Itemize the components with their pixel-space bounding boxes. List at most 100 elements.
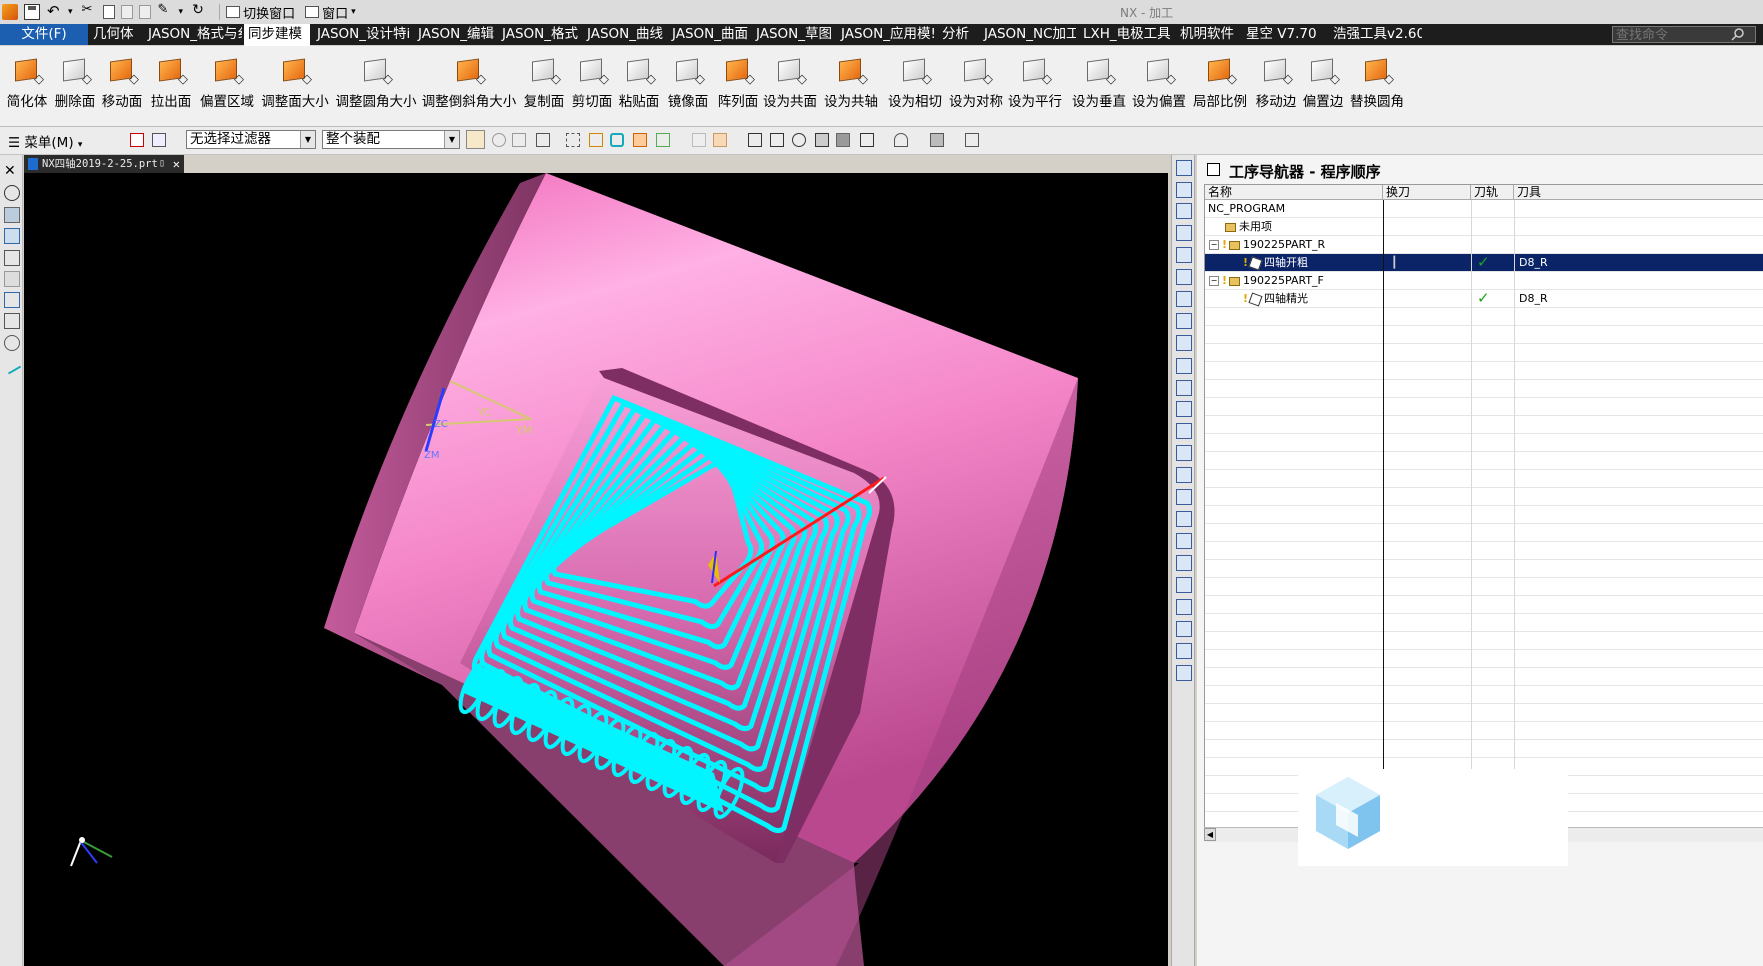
window-icon[interactable] — [1207, 163, 1220, 176]
navigator-tool-icon[interactable] — [1176, 160, 1192, 176]
navigator-table[interactable]: 名称 换刀 刀轨 刀具 NC_PROGRAM 未用项 −! 190225PART_… — [1204, 184, 1763, 842]
switch-window-icon[interactable] — [226, 6, 241, 18]
replace-blend-button[interactable]: ◇ 替换圆角 — [1348, 46, 1406, 126]
graphics-window[interactable]: YC ZC YM ZM — [24, 173, 1168, 966]
offset-edge-button[interactable]: ◇ 偏置边 — [1301, 46, 1345, 126]
navigator-tool-icon[interactable] — [1176, 313, 1192, 329]
nx-logo-icon[interactable] — [2, 4, 18, 20]
tab-geometry[interactable]: 几何体 — [89, 24, 143, 45]
navigator-tool-icon[interactable] — [1176, 467, 1192, 483]
select-feature-icon[interactable] — [130, 133, 144, 147]
search-icon[interactable] — [1731, 27, 1745, 41]
cut-face-button[interactable]: ◇ 剪切面 — [570, 46, 614, 126]
snap-center-icon[interactable] — [692, 133, 706, 147]
tab-synchronous-modeling[interactable]: 同步建模 — [244, 24, 310, 46]
undo-icon[interactable] — [46, 2, 62, 20]
copy-face-button[interactable]: ◇ 复制面 — [522, 46, 566, 126]
rotate-icon[interactable] — [792, 133, 806, 147]
window-menu-button[interactable]: 窗口 — [322, 3, 348, 22]
snap-face-icon[interactable] — [610, 133, 624, 147]
make-tangent-button[interactable]: ◇ 设为相切 — [886, 46, 944, 126]
selection-scope-dropdown[interactable]: 整个装配 ▼ — [322, 130, 460, 149]
snap-control-icon[interactable] — [589, 133, 603, 147]
nav-row-op-rough[interactable]: ! 四轴开粗 ┃ ✓ D8_R — [1205, 254, 1763, 272]
make-perpendicular-button[interactable]: ◇ 设为垂直 — [1070, 46, 1128, 126]
navigator-tool-icon[interactable] — [1176, 203, 1192, 219]
select-body-icon[interactable] — [466, 130, 485, 149]
layer-settings-icon[interactable] — [965, 133, 979, 147]
resize-chamfer-button[interactable]: ◇ 调整倒斜角大小 — [421, 46, 517, 126]
show-hide-icon[interactable] — [930, 133, 944, 147]
offset-region-button[interactable]: ◇ 偏置区域 — [199, 46, 255, 126]
tab-jason-sketch[interactable]: JASON_草图 — [752, 24, 833, 45]
collapse-icon[interactable]: − — [1209, 240, 1219, 250]
navigator-tool-icon[interactable] — [1176, 401, 1192, 417]
zoom-icon[interactable] — [770, 133, 784, 147]
nav-row-op-finish[interactable]: ! 四轴精光 ✓ D8_R — [1205, 290, 1763, 308]
snap-point-icon[interactable] — [492, 133, 506, 147]
make-coplanar-button[interactable]: ◇ 设为共面 — [762, 46, 818, 126]
navigator-tool-icon[interactable] — [1176, 599, 1192, 615]
paste-face-button[interactable]: ◇ 粘贴面 — [617, 46, 661, 126]
make-coaxial-button[interactable]: ◇ 设为共轴 — [822, 46, 880, 126]
window-icon[interactable] — [305, 6, 320, 18]
local-scale-button[interactable]: ◇ 局部比例 — [1191, 46, 1249, 126]
model-view[interactable]: YC ZC YM ZM — [24, 173, 1168, 966]
tab-jiming[interactable]: 机明软件 — [1176, 24, 1239, 45]
make-parallel-button[interactable]: ◇ 设为平行 — [1007, 46, 1063, 126]
collapse-icon[interactable]: − — [1209, 276, 1219, 286]
constraint-navigator-icon[interactable] — [4, 250, 20, 266]
snap-intersection-icon[interactable] — [656, 133, 670, 147]
brush-dropdown-icon[interactable]: ▾ — [179, 7, 184, 17]
navigator-tool-icon[interactable] — [1176, 247, 1192, 263]
delete-face-button[interactable]: ◇ 删除面 — [52, 46, 98, 126]
tab-jason-design-feature[interactable]: JASON_设计特i — [313, 24, 411, 45]
cut-icon[interactable] — [81, 2, 97, 20]
history-icon[interactable] — [4, 335, 20, 351]
menu-button[interactable]: ☰ 菜单(M) ▾ — [8, 131, 82, 151]
copy-icon[interactable] — [102, 5, 115, 19]
navigator-tool-icon[interactable] — [1176, 555, 1192, 571]
nav-row-program-r[interactable]: −! 190225PART_R — [1205, 236, 1763, 254]
navigator-tool-icon[interactable] — [1176, 335, 1192, 351]
navigator-tool-icon[interactable] — [1176, 291, 1192, 307]
orient-view-icon[interactable] — [860, 133, 874, 147]
navigator-tool-icon[interactable] — [1176, 577, 1192, 593]
make-offset-button[interactable]: ◇ 设为偏置 — [1131, 46, 1187, 126]
tab-jason-edit[interactable]: JASON_编辑 — [414, 24, 495, 45]
column-header-toolpath[interactable]: 刀轨 — [1471, 185, 1514, 200]
tab-jason-curve[interactable]: JASON_曲线 — [583, 24, 664, 45]
window-dropdown-icon[interactable]: ▾ — [351, 7, 356, 17]
resize-blend-button[interactable]: ◇ 调整圆角大小 — [334, 46, 418, 126]
undo-dropdown-icon[interactable]: ▾ — [68, 7, 73, 17]
web-browser-icon[interactable] — [4, 313, 20, 329]
navigator-tool-icon[interactable] — [1176, 489, 1192, 505]
edit-section-icon[interactable] — [894, 133, 908, 147]
tab-xingkong[interactable]: 星空 V7.70 — [1242, 24, 1326, 45]
tab-jason-surface[interactable]: JASON_曲面 — [668, 24, 749, 45]
tab-lxh-electrode[interactable]: LXH_电极工具 — [1079, 24, 1173, 45]
simplify-body-button[interactable]: ◇ 简化体 — [5, 46, 49, 126]
assembly-navigator-icon[interactable] — [4, 228, 20, 244]
navigator-tool-icon[interactable] — [1176, 182, 1192, 198]
close-icon[interactable]: ✕ — [173, 155, 180, 173]
tab-jason-format[interactable]: JASON_格式 — [498, 24, 579, 45]
delete-icon[interactable] — [138, 5, 151, 19]
navigator-tool-icon[interactable] — [1176, 358, 1192, 374]
move-face-button[interactable]: ◇ 移动面 — [100, 46, 144, 126]
navigator-tool-icon[interactable] — [1176, 533, 1192, 549]
tab-file[interactable]: 文件(F) — [0, 24, 88, 45]
navigator-tool-icon[interactable] — [1176, 665, 1192, 681]
navigator-tool-icon[interactable] — [1176, 643, 1192, 659]
snap-point-on-face-icon[interactable] — [633, 133, 647, 147]
repeat-command-icon[interactable] — [191, 2, 207, 20]
make-symmetric-button[interactable]: ◇ 设为对称 — [948, 46, 1004, 126]
brush-icon[interactable] — [157, 2, 173, 20]
tab-analysis[interactable]: 分析 — [938, 24, 976, 45]
nav-row-nc-program[interactable]: NC_PROGRAM — [1205, 200, 1763, 218]
mirror-face-button[interactable]: ◇ 镜像面 — [665, 46, 711, 126]
snap-mid-icon[interactable] — [566, 133, 580, 147]
selection-filter-dropdown[interactable]: 无选择过滤器 ▼ — [186, 130, 316, 149]
navigator-tool-icon[interactable] — [1176, 423, 1192, 439]
column-header-tool[interactable]: 刀具 — [1514, 185, 1763, 200]
